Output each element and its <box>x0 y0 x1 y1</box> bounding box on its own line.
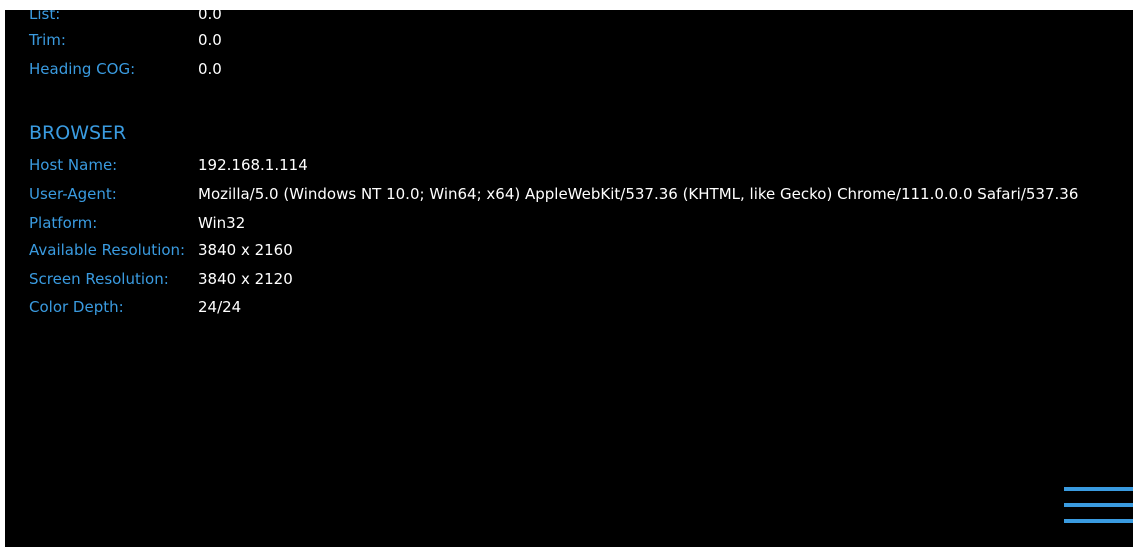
info-label: Host Name: <box>29 156 118 174</box>
menu-bar <box>1064 487 1133 491</box>
info-label: Color Depth: <box>29 298 124 316</box>
info-label: List: <box>29 10 61 23</box>
app-screen: List: 0.0 Trim: 0.0 Heading COG: 0.0 BRO… <box>5 10 1133 547</box>
info-label: Available Resolution: <box>29 241 186 259</box>
info-label: Screen Resolution: <box>29 270 169 288</box>
menu-bar <box>1064 503 1133 507</box>
hamburger-menu-icon[interactable] <box>1064 483 1133 533</box>
info-label: Platform: <box>29 214 98 232</box>
info-value: 3840 x 2160 <box>198 241 293 259</box>
info-label: User-Agent: <box>29 185 117 203</box>
section-title-browser: BROWSER <box>29 122 127 144</box>
info-value: 3840 x 2120 <box>198 270 293 288</box>
info-value: 0.0 <box>198 60 222 78</box>
menu-bar <box>1064 519 1133 523</box>
info-value: 192.168.1.114 <box>198 156 308 174</box>
info-value: 0.0 <box>198 10 222 23</box>
info-value: Mozilla/5.0 (Windows NT 10.0; Win64; x64… <box>198 185 1079 203</box>
info-value: Win32 <box>198 214 246 232</box>
info-label: Heading COG: <box>29 60 136 78</box>
info-label: Trim: <box>29 31 66 49</box>
info-value: 0.0 <box>198 31 222 49</box>
info-value: 24/24 <box>198 298 242 316</box>
info-panel: List: 0.0 Trim: 0.0 Heading COG: 0.0 BRO… <box>5 10 1133 547</box>
